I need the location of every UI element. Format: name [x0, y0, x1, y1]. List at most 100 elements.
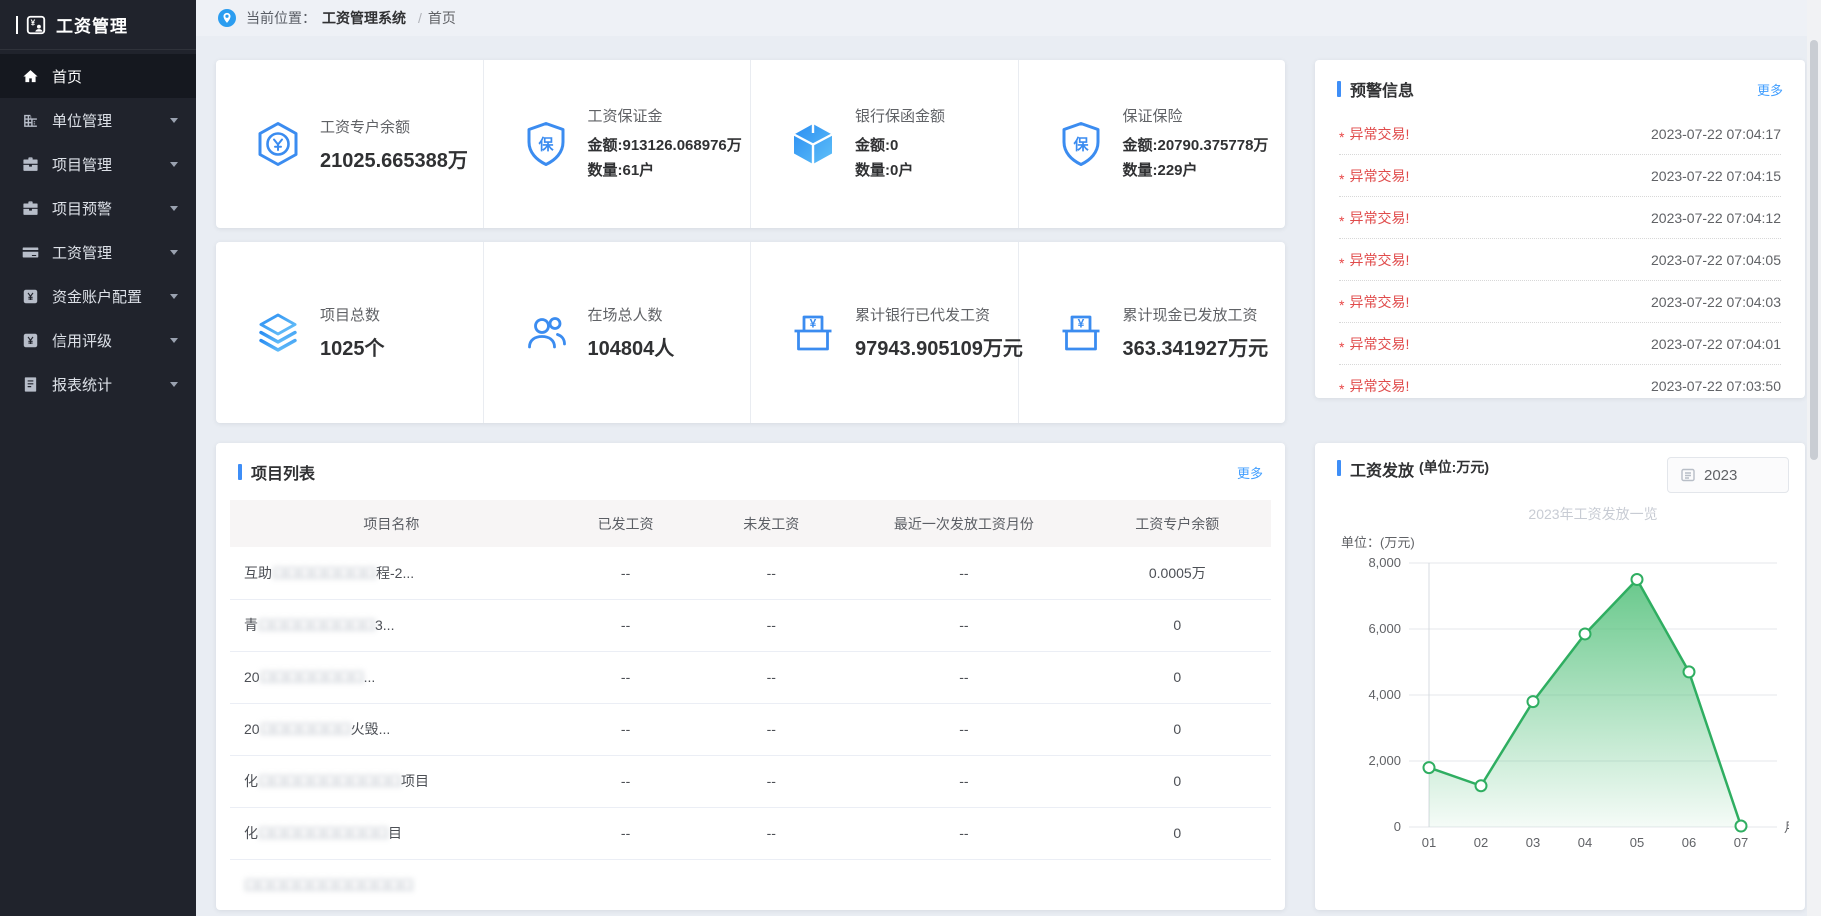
- sidebar-item-项目管理[interactable]: 项目管理: [0, 142, 196, 186]
- y-tick-label: 0: [1394, 819, 1401, 834]
- data-point[interactable]: [1476, 780, 1487, 791]
- table-column-header: 最近一次发放工资月份: [844, 500, 1083, 547]
- alert-text: 异常交易!: [1349, 124, 1409, 144]
- stats-row-1: 工资专户余额21025.665388万保工资保证金金额:913126.06897…: [216, 60, 1285, 228]
- table-row[interactable]: 化口口口口口口口口口口目------0: [230, 807, 1271, 859]
- last-pay-month-cell: [844, 859, 1083, 910]
- project-name-redacted: 口口口口口口口口口口口: [258, 773, 401, 789]
- asterisk-icon: *: [1339, 171, 1344, 187]
- breadcrumb-separator: /: [418, 10, 422, 26]
- alerts-more-link[interactable]: 更多: [1757, 80, 1783, 99]
- app-logo: ¥ 工资管理: [0, 0, 196, 50]
- salary-chart-title: 工资发放: [1350, 457, 1414, 481]
- title-accent-bar: [1337, 460, 1341, 476]
- alert-item[interactable]: *异常交易!2023-07-22 07:04:05: [1339, 239, 1781, 281]
- alert-item[interactable]: *异常交易!2023-07-22 07:04:17: [1339, 113, 1781, 155]
- asterisk-icon: *: [1339, 255, 1344, 271]
- table-row[interactable]: 化口口口口口口口口口口口项目------0: [230, 755, 1271, 807]
- project-name-visible: 火毁...: [351, 721, 391, 737]
- project-name-visible: 3...: [375, 617, 394, 633]
- chevron-down-icon: [170, 118, 178, 123]
- sidebar-item-label: 单位管理: [52, 110, 164, 131]
- stat-card-label: 项目总数: [320, 304, 385, 325]
- account-balance-cell: 0: [1084, 703, 1271, 755]
- chevron-down-icon: [170, 206, 178, 211]
- table-column-header: 未发工资: [698, 500, 844, 547]
- data-point[interactable]: [1528, 696, 1539, 707]
- app-title: 工资管理: [56, 12, 128, 37]
- project-name-cell: 口口口口口口口口口口口口口: [230, 859, 553, 910]
- stat-card: ¥累计银行已代发工资97943.905109万元: [751, 242, 1019, 423]
- year-select[interactable]: 2023: [1667, 457, 1789, 493]
- title-accent-bar: [238, 464, 242, 480]
- stat-card-text: 项目总数1025个: [320, 304, 385, 361]
- page-scrollbar: [1807, 0, 1821, 916]
- stat-card: 在场总人数104804人: [484, 242, 752, 423]
- paid-salary-cell: --: [553, 547, 699, 599]
- account-balance-cell: 0: [1084, 807, 1271, 859]
- alert-list: *异常交易!2023-07-22 07:04:17*异常交易!2023-07-2…: [1315, 113, 1805, 398]
- shield-bao-icon: 保: [522, 120, 570, 168]
- sidebar-item-资金账户配置[interactable]: 资金账户配置: [0, 274, 196, 318]
- alert-item[interactable]: *异常交易!2023-07-22 07:04:01: [1339, 323, 1781, 365]
- alert-item[interactable]: *异常交易!2023-07-22 07:04:12: [1339, 197, 1781, 239]
- project-list-more-link[interactable]: 更多: [1237, 463, 1263, 482]
- y-tick-label: 8,000: [1368, 555, 1401, 570]
- svg-text:¥: ¥: [1077, 316, 1084, 330]
- alert-item[interactable]: *异常交易!2023-07-22 07:04:15: [1339, 155, 1781, 197]
- stat-card-value: 数量:61户: [588, 158, 742, 183]
- project-table: 项目名称已发工资未发工资最近一次发放工资月份工资专户余额 互助口口口口口口口口程…: [230, 500, 1271, 910]
- project-name-cell: 化口口口口口口口口口口目: [230, 807, 553, 859]
- table-row[interactable]: 青口口口口口口口口口3...------0: [230, 599, 1271, 651]
- stat-card-value: 数量:0户: [855, 158, 945, 183]
- project-name-visible: 项目: [401, 773, 429, 789]
- alert-panel-title: 预警信息: [1350, 77, 1414, 101]
- table-row[interactable]: 互助口口口口口口口口程-2...------0.0005万: [230, 547, 1271, 599]
- table-row[interactable]: 口口口口口口口口口口口口口: [230, 859, 1271, 910]
- asterisk-icon: *: [1339, 339, 1344, 355]
- shield-bao-icon: 保: [1057, 120, 1105, 168]
- last-pay-month-cell: --: [844, 547, 1083, 599]
- unpaid-salary-cell: [698, 859, 844, 910]
- y-tick-label: 6,000: [1368, 621, 1401, 636]
- breadcrumb-current[interactable]: 首页: [428, 8, 456, 28]
- scrollbar-thumb[interactable]: [1810, 40, 1818, 460]
- sidebar-item-信用评级[interactable]: 信用评级: [0, 318, 196, 362]
- alert-text: 异常交易!: [1349, 208, 1409, 228]
- alert-item[interactable]: *异常交易!2023-07-22 07:03:50: [1339, 365, 1781, 398]
- stat-card: 工资专户余额21025.665388万: [216, 60, 484, 228]
- data-point[interactable]: [1736, 821, 1747, 832]
- alert-item[interactable]: *异常交易!2023-07-22 07:04:03: [1339, 281, 1781, 323]
- data-point[interactable]: [1580, 628, 1591, 639]
- sidebar-item-单位管理[interactable]: 单位管理: [0, 98, 196, 142]
- svg-text:¥: ¥: [31, 18, 36, 27]
- stat-card-label: 工资专户余额: [320, 116, 468, 137]
- sidebar-item-首页[interactable]: 首页: [0, 54, 196, 98]
- svg-text:保: 保: [537, 136, 554, 154]
- project-list-panel: 项目列表 更多 项目名称已发工资未发工资最近一次发放工资月份工资专户余额 互助口…: [216, 443, 1285, 910]
- sidebar-item-工资管理[interactable]: 工资管理: [0, 230, 196, 274]
- sidebar-item-报表统计[interactable]: 报表统计: [0, 362, 196, 406]
- alert-timestamp: 2023-07-22 07:04:17: [1651, 126, 1781, 142]
- data-point[interactable]: [1424, 762, 1435, 773]
- alert-timestamp: 2023-07-22 07:04:15: [1651, 168, 1781, 184]
- chevron-down-icon: [170, 162, 178, 167]
- sidebar-item-项目预警[interactable]: 项目预警: [0, 186, 196, 230]
- data-point[interactable]: [1684, 666, 1695, 677]
- credit-card-icon: [22, 244, 39, 261]
- alert-timestamp: 2023-07-22 07:04:01: [1651, 336, 1781, 352]
- year-select-value: 2023: [1704, 467, 1737, 484]
- stat-card-label: 累计银行已代发工资: [855, 304, 1018, 325]
- logo-bar: [16, 16, 18, 34]
- table-row[interactable]: 20口口口口口口口口...------0: [230, 651, 1271, 703]
- project-name-cell: 20口口口口口口口火毁...: [230, 703, 553, 755]
- main-area: 当前位置： 工资管理系统 / 首页 工资专户余额21025.665388万保工资…: [196, 0, 1821, 916]
- table-row[interactable]: 20口口口口口口口火毁...------0: [230, 703, 1271, 755]
- left-column: 工资专户余额21025.665388万保工资保证金金额:913126.06897…: [216, 60, 1285, 910]
- people-icon: [522, 309, 570, 357]
- data-point[interactable]: [1632, 574, 1643, 585]
- project-name-visible: 互助: [244, 565, 272, 581]
- project-name-visible: 化: [244, 825, 258, 841]
- breadcrumb-root[interactable]: 工资管理系统: [322, 8, 406, 28]
- stat-card: ¥累计现金已发放工资363.341927万元: [1019, 242, 1286, 423]
